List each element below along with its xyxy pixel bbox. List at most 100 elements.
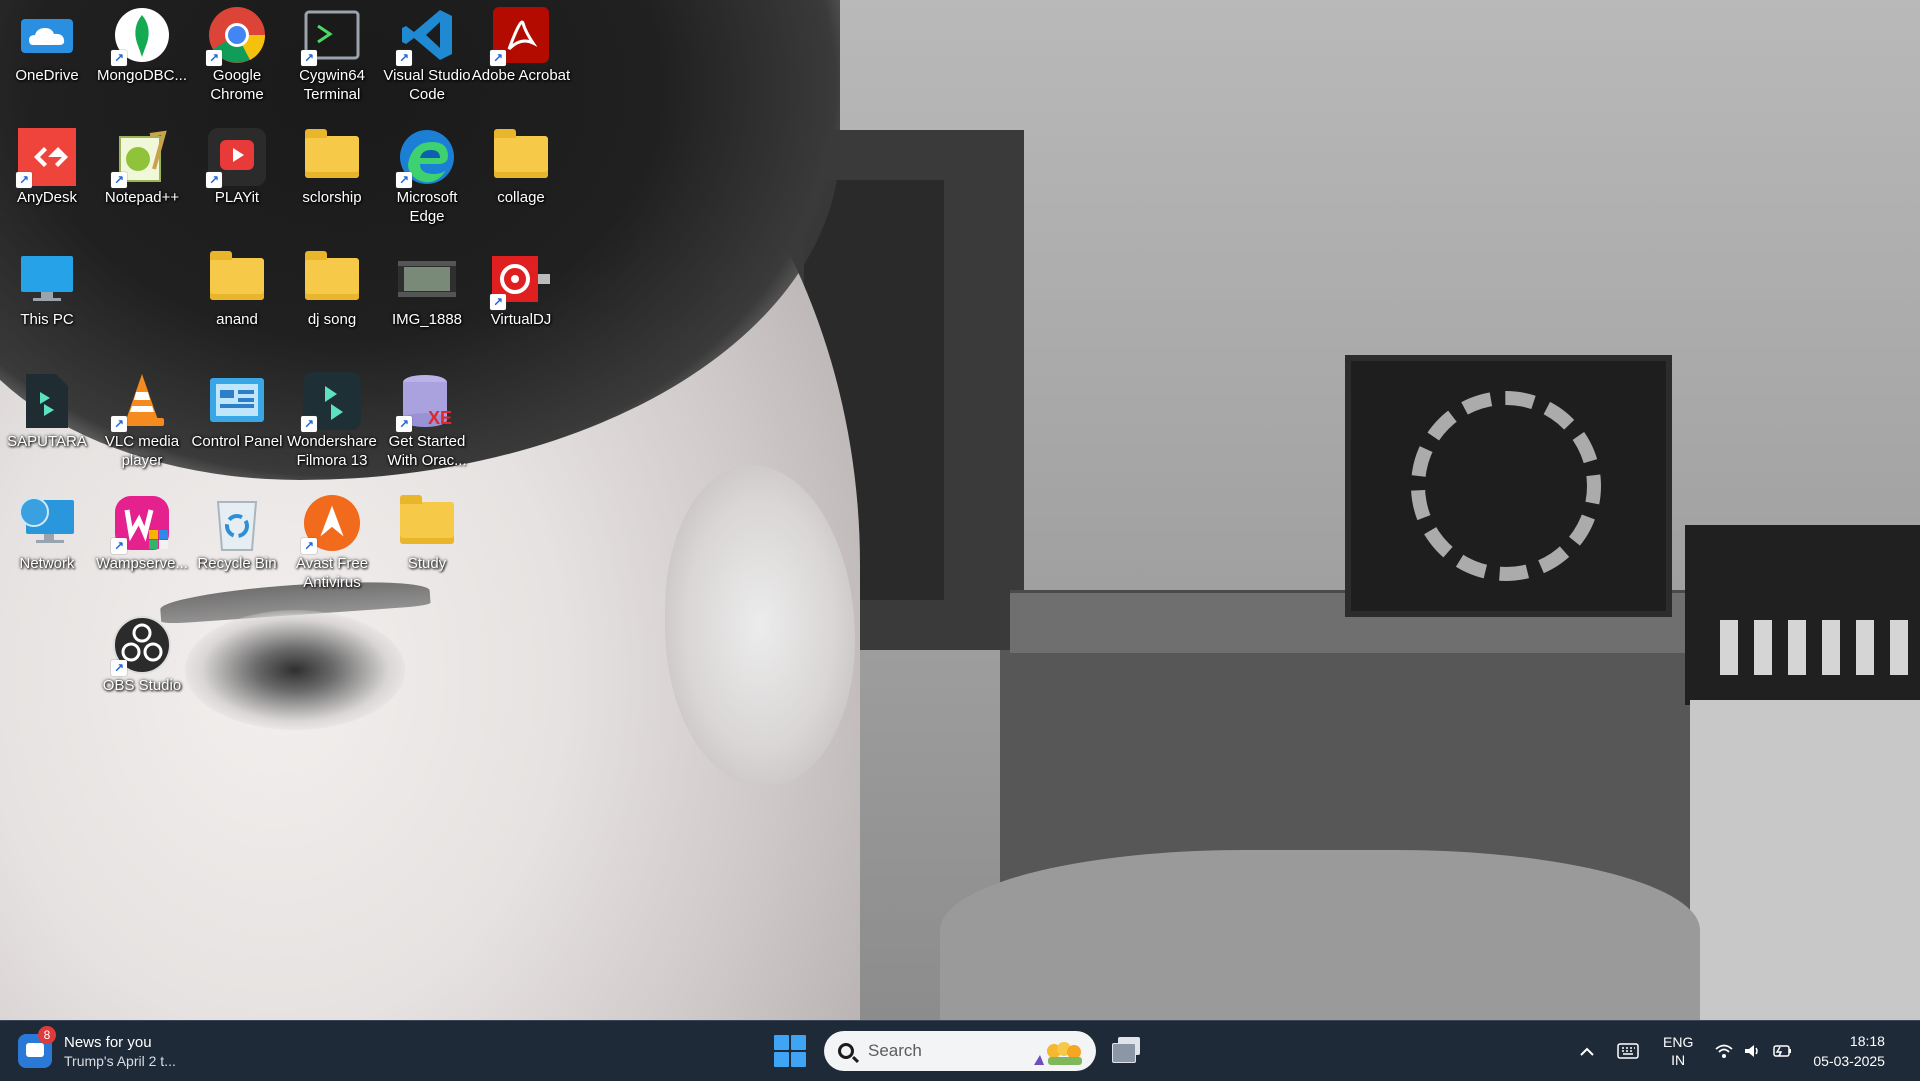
desktop-icon-label: dj song — [307, 311, 357, 328]
taskbar: 8 News for you Trump's April 2 t... Sear… — [0, 1020, 1920, 1081]
shortcut-arrow-icon: ↗ — [490, 50, 506, 66]
windows-start-icon[interactable] — [774, 1035, 806, 1067]
desktop-icon-wondershare-filmora[interactable]: ↗ Wondershare Filmora 13 — [286, 366, 378, 484]
news-badge: 8 — [38, 1026, 56, 1044]
desktop-icon-google-chrome[interactable]: ↗ Google Chrome — [191, 0, 283, 118]
shortcut-arrow-icon: ↗ — [301, 538, 317, 554]
desktop-icon-avast[interactable]: ↗ Avast Free Antivirus — [286, 488, 378, 606]
control-panel-icon — [208, 372, 266, 430]
desktop-icon-network[interactable]: Network — [1, 488, 93, 606]
desktop-icon-label: Get Started With Orac... — [387, 433, 467, 469]
desktop-icon-playit[interactable]: ↗ PLAYit — [191, 122, 283, 240]
desktop-icon-mongodb-compass[interactable]: ↗ MongoDBC... — [96, 0, 188, 118]
desktop-icon-label: Notepad++ — [104, 189, 180, 206]
desktop-icon-onedrive[interactable]: OneDrive — [1, 0, 93, 118]
desktop-icon-label: SAPUTARA — [7, 433, 87, 450]
desktop-icon-label: AnyDesk — [16, 189, 78, 206]
desktop-icon-folder-anand[interactable]: anand — [191, 244, 283, 362]
desktop-icon-notepadpp[interactable]: ↗ Notepad++ — [96, 122, 188, 240]
battery-icon[interactable] — [1769, 1031, 1793, 1071]
taskbar-search-box[interactable]: Search — [824, 1031, 1096, 1071]
clock-time: 18:18 — [1849, 1033, 1885, 1049]
shortcut-arrow-icon: ↗ — [111, 416, 127, 432]
task-view-icon[interactable] — [1112, 1037, 1142, 1065]
desktop-icon-cygwin-terminal[interactable]: ↗ Cygwin64 Terminal — [286, 0, 378, 118]
desktop-icon-saputara[interactable]: SAPUTARA — [1, 366, 93, 484]
news-widget[interactable]: 8 News for you Trump's April 2 t... — [18, 1026, 176, 1073]
folder-icon — [492, 128, 550, 186]
desktop-icon-anydesk[interactable]: ↗ AnyDesk — [1, 122, 93, 240]
playit-icon: ↗ — [206, 128, 266, 188]
desktop-icon-vlc[interactable]: ↗ VLC media player — [96, 366, 188, 484]
wallpaper-panel — [1690, 700, 1920, 1020]
desktop-icon-virtualdj[interactable]: ↗ VirtualDJ — [475, 244, 567, 362]
desktop-icon-control-panel[interactable]: Control Panel — [191, 366, 283, 484]
wallpaper-frame-art — [1345, 355, 1672, 617]
desktop-icon-img-1888[interactable]: IMG_1888 — [381, 244, 473, 362]
desktop-icon-oracle-get-started[interactable]: XE ↗ Get Started With Orac... — [381, 366, 473, 484]
recycle-bin-icon — [208, 494, 266, 552]
input-language-indicator[interactable]: ENG IN — [1663, 1033, 1693, 1069]
terminal-icon: ↗ — [301, 6, 361, 66]
desktop-icon-microsoft-edge[interactable]: ↗ Microsoft Edge — [381, 122, 473, 240]
onedrive-icon — [18, 6, 76, 64]
folder-icon — [398, 494, 456, 552]
desktop-icon-label: Network — [19, 555, 75, 572]
desktop-icon-folder-study[interactable]: Study — [381, 488, 473, 606]
desktop-icon-adobe-acrobat[interactable]: ↗ Adobe Acrobat — [472, 0, 570, 118]
desktop-icon-label: anand — [216, 311, 258, 328]
monitor-icon — [18, 250, 76, 308]
folder-icon — [303, 250, 361, 308]
desktop-icon-label: VirtualDJ — [490, 311, 552, 328]
search-placeholder: Search — [868, 1041, 922, 1060]
edge-icon: ↗ — [396, 128, 456, 188]
virtualdj-icon: ↗ — [490, 250, 550, 310]
filmora-file-icon — [18, 372, 76, 430]
clock-date: 05-03-2025 — [1813, 1053, 1885, 1069]
chevron-up-icon[interactable] — [1575, 1031, 1599, 1071]
avast-icon: ↗ — [301, 494, 361, 554]
shortcut-arrow-icon: ↗ — [301, 50, 317, 66]
desktop-icon-label: Avast Free Antivirus — [295, 555, 369, 591]
shortcut-arrow-icon: ↗ — [206, 50, 222, 66]
shortcut-arrow-icon: ↗ — [111, 50, 127, 66]
shortcut-arrow-icon: ↗ — [206, 172, 222, 188]
filmora-icon: ↗ — [301, 372, 361, 432]
desktop-icon-this-pc[interactable]: This PC — [1, 244, 93, 362]
wifi-icon[interactable] — [1713, 1031, 1735, 1071]
search-icon — [838, 1043, 854, 1059]
desktop-icon-label: VLC media player — [104, 433, 180, 469]
desktop-icon-label: Google Chrome — [210, 67, 264, 103]
network-globe-icon — [18, 494, 76, 552]
wallpaper-shirt — [940, 850, 1700, 1020]
desktop-icon-obs-studio[interactable]: ↗ OBS Studio — [96, 610, 188, 728]
desktop-icon-label: OneDrive — [15, 67, 79, 84]
vlc-cone-icon: ↗ — [111, 372, 171, 432]
shortcut-arrow-icon: ↗ — [301, 416, 317, 432]
wampserver-icon: ↗ — [111, 494, 171, 554]
desktop-icon-label: collage — [497, 189, 545, 206]
desktop-icon-vscode[interactable]: ↗ Visual Studio Code — [381, 0, 473, 118]
desktop-icon-folder-collage[interactable]: collage — [475, 122, 567, 240]
vscode-icon: ↗ — [396, 6, 456, 66]
news-widget-icon: 8 — [18, 1026, 56, 1068]
desktop-icon-label: MongoDBC... — [96, 67, 188, 84]
desktop-icon-folder-sclorship[interactable]: sclorship — [286, 122, 378, 240]
taskbar-clock[interactable]: 18:18 05-03-2025 — [1813, 1031, 1885, 1071]
desktop-icon-label: OBS Studio — [102, 677, 182, 694]
desktop-icon-label: This PC — [20, 311, 74, 328]
desktop-icon-wampserver[interactable]: ↗ Wampserve... — [96, 488, 188, 606]
keyboard-icon[interactable] — [1615, 1031, 1641, 1071]
desktop-icon-label: Cygwin64 Terminal — [299, 67, 365, 103]
shortcut-arrow-icon: ↗ — [111, 538, 127, 554]
desktop-icon-label: sclorship — [302, 189, 362, 206]
volume-icon[interactable] — [1741, 1031, 1763, 1071]
desktop-icon-folder-dj-song[interactable]: dj song — [286, 244, 378, 362]
shortcut-arrow-icon: ↗ — [396, 416, 412, 432]
desktop-icon-recycle-bin[interactable]: Recycle Bin — [191, 488, 283, 606]
desktop-icon-label: Recycle Bin — [197, 555, 277, 572]
desktop-icon-label: Visual Studio Code — [383, 67, 471, 103]
desktop-icon-label: Wampserve... — [96, 555, 188, 572]
system-tray: ENG IN 18:18 05-03-2025 — [1575, 1021, 1885, 1081]
video-file-icon — [398, 250, 456, 308]
